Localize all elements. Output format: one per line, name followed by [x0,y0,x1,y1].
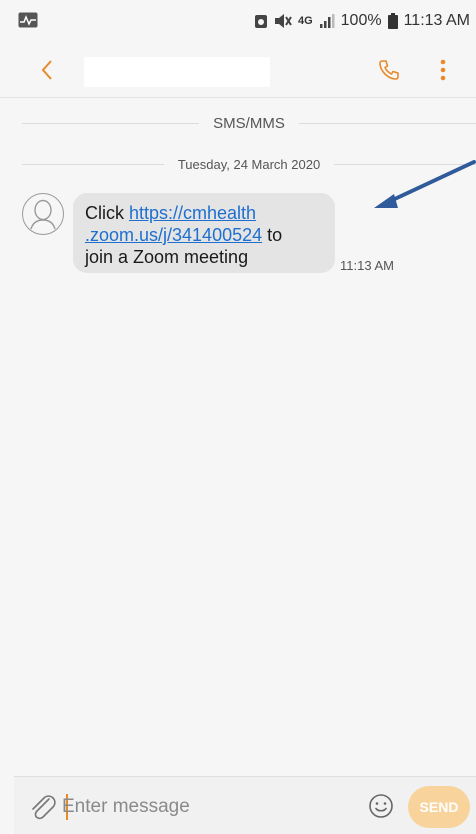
divider-line [22,163,164,165]
message-bubble[interactable]: Click https://cmhealth .zoom.us/j/341400… [73,193,335,273]
back-button[interactable] [30,54,64,86]
divider-line [22,122,200,124]
message-link-continued[interactable]: .zoom.us/j/341400524 [85,225,262,245]
battery-percent: 100% [340,12,382,29]
more-vertical-icon [440,59,446,81]
composer-bar: SEND [14,776,476,834]
status-icons: 4G 100% 11:13 AM [254,10,470,32]
signal-icon [319,14,335,28]
battery-icon [387,13,398,29]
chevron-left-icon [41,60,52,80]
sender-avatar[interactable] [22,193,64,235]
message-line-1: Click https://cmhealth [85,202,323,224]
data-saver-icon [254,15,267,28]
message-input[interactable] [62,789,352,825]
divider-line [298,122,476,124]
mute-icon [274,14,292,28]
emoji-icon[interactable] [368,793,394,819]
person-icon [30,199,56,230]
channel-label: SMS/MMS [213,114,285,132]
message-line-2: .zoom.us/j/341400524 to [85,224,323,246]
network-type: 4G [297,15,313,27]
send-button[interactable]: SEND [408,786,470,828]
annotation-arrow-icon [374,160,476,208]
contact-name-redacted [84,57,270,87]
call-button[interactable] [372,54,406,86]
status-time: 11:13 AM [403,12,470,29]
more-options-button[interactable] [430,54,456,86]
message-text: Click [85,203,129,223]
channel-divider: SMS/MMS [22,112,476,134]
message-link[interactable]: https://cmhealth [129,203,256,223]
paperclip-icon[interactable] [28,793,58,821]
activity-notification-icon [18,12,38,28]
message-timestamp: 11:13 AM [340,258,394,273]
phone-icon [379,60,399,80]
message-text: to [262,225,283,245]
message-line-3: join a Zoom meeting [85,247,249,267]
date-label: Tuesday, 24 March 2020 [177,156,321,172]
status-bar: 4G 100% 11:13 AM [0,0,476,42]
app-bar [0,42,476,98]
